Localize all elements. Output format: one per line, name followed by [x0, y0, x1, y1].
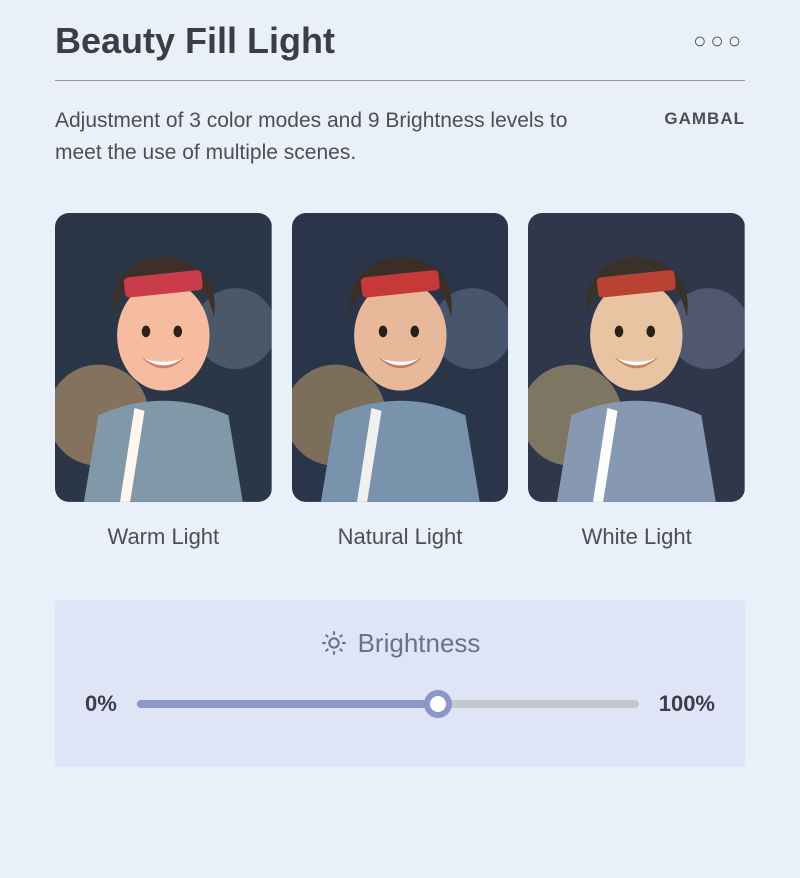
- mode-white[interactable]: White Light: [528, 213, 745, 550]
- mode-white-label: White Light: [582, 524, 692, 550]
- mode-warm[interactable]: Warm Light: [55, 213, 272, 550]
- page-title: Beauty Fill Light: [55, 20, 335, 62]
- brightness-label: Brightness: [358, 628, 481, 659]
- mode-white-image: [528, 213, 745, 502]
- mode-warm-image: [55, 213, 272, 502]
- mode-natural-label: Natural Light: [338, 524, 463, 550]
- brightness-min: 0%: [85, 691, 117, 717]
- brightness-slider[interactable]: [137, 699, 639, 709]
- brightness-max: 100%: [659, 691, 715, 717]
- mode-warm-label: Warm Light: [108, 524, 220, 550]
- mode-natural-image: [292, 213, 509, 502]
- slider-fill: [137, 700, 438, 708]
- brightness-slider-row: 0% 100%: [85, 691, 715, 717]
- more-icon[interactable]: ○○○: [693, 28, 745, 54]
- header: Beauty Fill Light ○○○: [55, 20, 745, 81]
- subtitle-text: Adjustment of 3 color modes and 9 Bright…: [55, 105, 595, 168]
- slider-thumb[interactable]: [424, 690, 452, 718]
- brand-label: GAMBAL: [664, 105, 745, 129]
- brightness-panel: Brightness 0% 100%: [55, 600, 745, 767]
- brightness-title: Brightness: [85, 628, 715, 659]
- mode-natural[interactable]: Natural Light: [292, 213, 509, 550]
- sun-icon: [320, 629, 348, 657]
- subtitle-row: Adjustment of 3 color modes and 9 Bright…: [55, 105, 745, 168]
- color-modes-row: Warm Light Natural Light: [55, 213, 745, 550]
